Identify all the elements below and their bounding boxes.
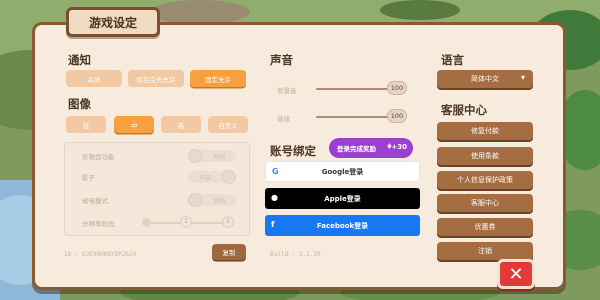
copy-button[interactable]: 复制 xyxy=(212,244,246,260)
graphics-option-low[interactable]: 低 xyxy=(66,116,106,133)
language-heading: 语言 xyxy=(441,53,464,67)
notify-heading: 通知 xyxy=(68,53,91,67)
sfx-label: 音效 xyxy=(277,115,290,123)
setting-label-shadow: 影子 xyxy=(82,174,95,182)
sound-heading: 声音 xyxy=(270,53,293,67)
apple-login-button[interactable]: ● Apple登录 xyxy=(265,188,420,209)
toggle-knob xyxy=(222,170,236,184)
google-login-label: Google登录 xyxy=(321,167,364,176)
reward-amount: +30 xyxy=(391,143,407,151)
reward-label: 登录完成奖励 xyxy=(337,145,376,153)
notify-option-off[interactable]: 关闭 xyxy=(66,70,122,87)
language-dropdown[interactable]: 简体中文 ▾ xyxy=(437,70,533,88)
chevron-down-icon: ▾ xyxy=(520,73,525,82)
notify-option-always[interactable]: 固定允许 xyxy=(190,70,246,87)
resolution-step-2[interactable]: 2 xyxy=(180,216,192,228)
build-version-text: Build : 1.1.10 xyxy=(270,251,321,258)
close-button[interactable]: ✕ xyxy=(497,259,535,289)
apple-icon: ● xyxy=(271,193,278,202)
google-login-button[interactable]: G Google登录 xyxy=(265,161,420,182)
toggle-shadow[interactable]: 开启 xyxy=(188,170,236,184)
google-g-icon: G xyxy=(272,167,279,176)
page-title: 游戏设定 xyxy=(66,7,160,37)
support-heading: 客服中心 xyxy=(441,103,487,117)
toggle-state: 关闭 xyxy=(212,153,225,161)
bgm-label: 背景音 xyxy=(277,87,297,95)
toggle-knob xyxy=(188,149,202,163)
toggle-knob xyxy=(188,193,202,207)
setting-label-resolution: 分辨率阶段 xyxy=(82,220,115,228)
notify-option-daytime[interactable]: 仅在白天允许 xyxy=(128,70,184,87)
logout-button[interactable]: 注销 xyxy=(437,242,533,260)
graphics-option-high[interactable]: 高 xyxy=(161,116,201,133)
account-heading: 账号绑定 xyxy=(270,144,316,158)
bgm-slider[interactable] xyxy=(316,88,388,90)
close-x-icon: ✕ xyxy=(508,263,524,285)
privacy-policy-button[interactable]: 个人信息保护政策 xyxy=(437,171,533,189)
bgm-value[interactable]: 100 xyxy=(387,81,407,95)
language-selected: 简体中文 xyxy=(471,75,499,83)
coupon-button[interactable]: 优惠券 xyxy=(437,218,533,236)
toggle-state: 开启 xyxy=(198,174,211,182)
graphics-heading: 图像 xyxy=(68,97,91,111)
toggle-power-save[interactable]: 关闭 xyxy=(188,193,236,207)
graphics-option-custom[interactable]: 自定义 xyxy=(208,116,248,133)
graphics-option-medium[interactable]: 中 xyxy=(114,116,154,133)
facebook-login-label: Facebook登录 xyxy=(316,221,369,230)
resolution-step-3[interactable]: 3 xyxy=(222,216,234,228)
resolution-step-dot[interactable] xyxy=(142,218,151,227)
customer-service-button[interactable]: 客服中心 xyxy=(437,194,533,212)
toggle-antialias[interactable]: 关闭 xyxy=(188,149,236,163)
facebook-f-icon: f xyxy=(271,220,275,229)
setting-label-antialias: 反锯齿功能 xyxy=(82,153,115,161)
repair-payment-button[interactable]: 修复付款 xyxy=(437,122,533,140)
sfx-value[interactable]: 100 xyxy=(387,109,407,123)
user-id-text: ID : DJE96HNBYDPZ6Z4 xyxy=(64,251,137,258)
setting-label-power-save: 省电模式 xyxy=(82,197,108,205)
terms-of-use-button[interactable]: 使用条款 xyxy=(437,147,533,165)
login-reward-badge: 登录完成奖励 ♦ +30 xyxy=(329,138,413,158)
toggle-state: 关闭 xyxy=(212,197,225,205)
sfx-slider[interactable] xyxy=(316,116,388,118)
apple-login-label: Apple登录 xyxy=(324,194,361,203)
facebook-login-button[interactable]: f Facebook登录 xyxy=(265,215,420,236)
